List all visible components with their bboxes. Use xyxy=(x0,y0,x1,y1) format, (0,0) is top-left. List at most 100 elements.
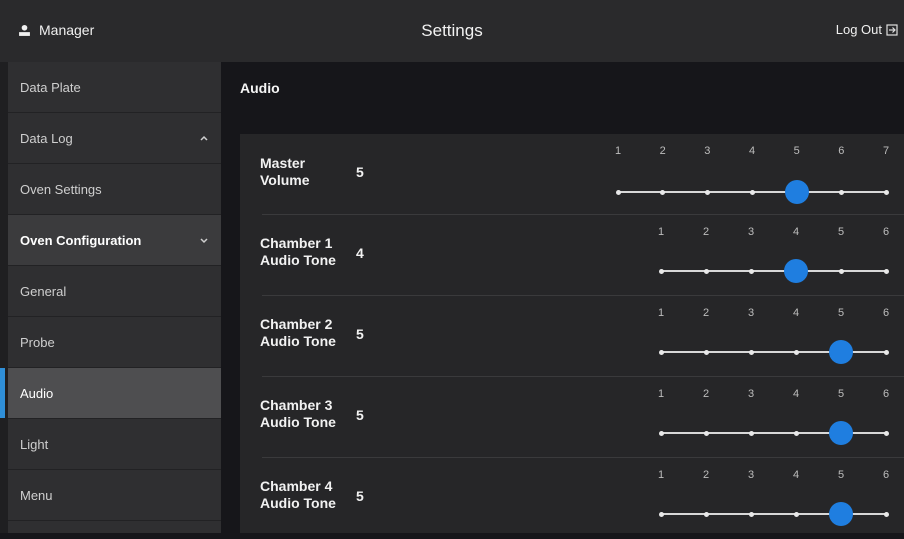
slider-handle[interactable] xyxy=(829,421,853,445)
slider-tick-label: 3 xyxy=(747,226,755,238)
slider-tick-label: 1 xyxy=(657,388,665,400)
slider-step-dot[interactable] xyxy=(703,511,709,517)
sidebar-item-label: Data Log xyxy=(20,130,73,146)
slider-tick-label: 6 xyxy=(882,388,890,400)
level-slider[interactable]: 1 2 3 4 5 6 xyxy=(240,296,904,377)
slider-tick-label: 5 xyxy=(837,388,845,400)
slider-tick-label: 4 xyxy=(792,307,800,319)
slider-tick-label: 3 xyxy=(704,145,711,157)
slider-tick-label: 4 xyxy=(792,226,800,238)
audio-setting-row: Chamber 2 Audio Tone 5 1 2 3 4 5 6 xyxy=(240,296,904,377)
logout-button[interactable]: Log Out xyxy=(836,22,898,37)
sidebar-item-label: Probe xyxy=(20,334,55,350)
slider-tick-label: 6 xyxy=(882,307,890,319)
slider-step-dot[interactable] xyxy=(704,189,710,195)
page-title: Settings xyxy=(421,21,483,40)
sidebar-item-oven-configuration[interactable]: Oven Configuration xyxy=(8,215,221,266)
slider-step-dot[interactable] xyxy=(883,349,889,355)
slider-step-dot[interactable] xyxy=(793,511,799,517)
sidebar-item-data-plate[interactable]: Data Plate xyxy=(8,62,221,113)
slider-step-dot[interactable] xyxy=(883,189,889,195)
slider-step-dot[interactable] xyxy=(660,189,666,195)
audio-setting-row: Chamber 4 Audio Tone 5 1 2 3 4 5 6 xyxy=(240,458,904,539)
slider-tick-label: 5 xyxy=(837,307,845,319)
slider-step-dot[interactable] xyxy=(748,430,754,436)
slider-step-dot[interactable] xyxy=(838,189,844,195)
sidebar-item-oven-settings[interactable]: Oven Settings xyxy=(8,164,221,215)
sidebar-item-light[interactable]: Light xyxy=(8,419,221,470)
logout-label: Log Out xyxy=(835,22,882,37)
sidebar-item-label: Menu xyxy=(20,487,53,503)
slider-step-dot[interactable] xyxy=(748,349,754,355)
level-slider[interactable]: 1 2 3 4 5 6 xyxy=(240,458,904,539)
slider-tick-label: 5 xyxy=(837,226,845,238)
slider-step-dot[interactable] xyxy=(748,268,754,274)
top-bar: Manager Settings Log Out xyxy=(0,0,904,62)
sidebar-item-general[interactable]: General xyxy=(8,266,221,317)
audio-setting-row: Chamber 3 Audio Tone 5 1 2 3 4 5 6 xyxy=(240,377,904,458)
sidebar-item-probe[interactable]: Probe xyxy=(8,317,221,368)
slider-step-dot[interactable] xyxy=(703,349,709,355)
slider-tick-label: 1 xyxy=(657,226,665,238)
sidebar-item-label: Light xyxy=(20,436,49,452)
slider-tick-label: 7 xyxy=(882,145,890,157)
main-content: Audio Master Volume 5 1 2 3 4 5 6 7 Chamber 1 Audio… xyxy=(221,62,904,533)
slider-step-dot[interactable] xyxy=(793,349,799,355)
slider-step-dot[interactable] xyxy=(793,430,799,436)
slider-tick-label: 2 xyxy=(702,307,710,319)
slider-step-dot[interactable] xyxy=(749,189,755,195)
level-slider[interactable]: 1 2 3 4 5 6 xyxy=(240,215,904,296)
slider-step-dot[interactable] xyxy=(883,268,889,274)
slider-step-dot[interactable] xyxy=(838,268,844,274)
chevron-up-icon xyxy=(200,135,208,141)
slider-step-dot[interactable] xyxy=(658,511,664,517)
slider-step-dot[interactable] xyxy=(883,511,889,517)
slider-tick-label: 2 xyxy=(702,226,710,238)
slider-step-dot[interactable] xyxy=(615,189,621,195)
slider-tick-label: 4 xyxy=(792,388,800,400)
slider-tick-label: 2 xyxy=(659,145,666,157)
sidebar-item-label: Oven Settings xyxy=(20,181,102,197)
chevron-down-icon xyxy=(200,238,208,244)
sidebar-item-label: Audio xyxy=(20,385,54,401)
slider-tick-label: 6 xyxy=(838,145,845,157)
sidebar-item-label: Oven Configuration xyxy=(20,232,142,248)
sidebar-item-label: Data Plate xyxy=(20,79,81,95)
slider-step-dot[interactable] xyxy=(658,349,664,355)
slider-tick-label: 4 xyxy=(792,469,800,481)
slider-tick-label: 3 xyxy=(747,469,755,481)
sidebar-item-label: General xyxy=(20,283,67,299)
sidebar-item-data-log[interactable]: Data Log xyxy=(8,113,221,164)
audio-setting-row: Master Volume 5 1 2 3 4 5 6 7 xyxy=(240,134,904,215)
sidebar-item-audio[interactable]: Audio xyxy=(0,368,221,419)
slider-tick-label: 1 xyxy=(614,145,622,157)
slider-handle[interactable] xyxy=(784,180,809,204)
slider-tick-label: 1 xyxy=(657,307,665,319)
sidebar-edge xyxy=(0,62,8,533)
slider-step-dot[interactable] xyxy=(748,511,754,517)
slider-tick-label: 4 xyxy=(748,145,756,157)
slider-tick-label: 5 xyxy=(793,145,800,157)
slider-tick-label: 5 xyxy=(837,469,845,481)
audio-setting-row: Chamber 1 Audio Tone 4 1 2 3 4 5 6 xyxy=(240,215,904,296)
level-slider[interactable]: 1 2 3 4 5 6 xyxy=(240,377,904,458)
slider-step-dot[interactable] xyxy=(658,268,664,274)
logout-icon xyxy=(886,23,898,36)
level-slider[interactable]: 1 2 3 4 5 6 7 xyxy=(240,134,904,215)
slider-handle[interactable] xyxy=(784,259,808,283)
slider-tick-label: 1 xyxy=(657,469,665,481)
slider-tick-label: 3 xyxy=(747,307,755,319)
sidebar-item-menu[interactable]: Menu xyxy=(8,470,221,521)
slider-tick-label: 2 xyxy=(702,469,710,481)
audio-settings-panel: Master Volume 5 1 2 3 4 5 6 7 Chamber 1 Audio Tone 4… xyxy=(240,134,904,533)
slider-track[interactable] xyxy=(661,270,886,272)
slider-handle[interactable] xyxy=(829,502,853,526)
slider-tick-label: 6 xyxy=(882,226,890,238)
slider-step-dot[interactable] xyxy=(883,430,889,436)
slider-tick-label: 6 xyxy=(882,469,890,481)
sidebar: Data Plate Data Log Oven Settings Oven Conf… xyxy=(0,62,221,533)
slider-step-dot[interactable] xyxy=(703,268,709,274)
slider-step-dot[interactable] xyxy=(703,430,709,436)
slider-handle[interactable] xyxy=(829,340,853,364)
slider-step-dot[interactable] xyxy=(658,430,664,436)
